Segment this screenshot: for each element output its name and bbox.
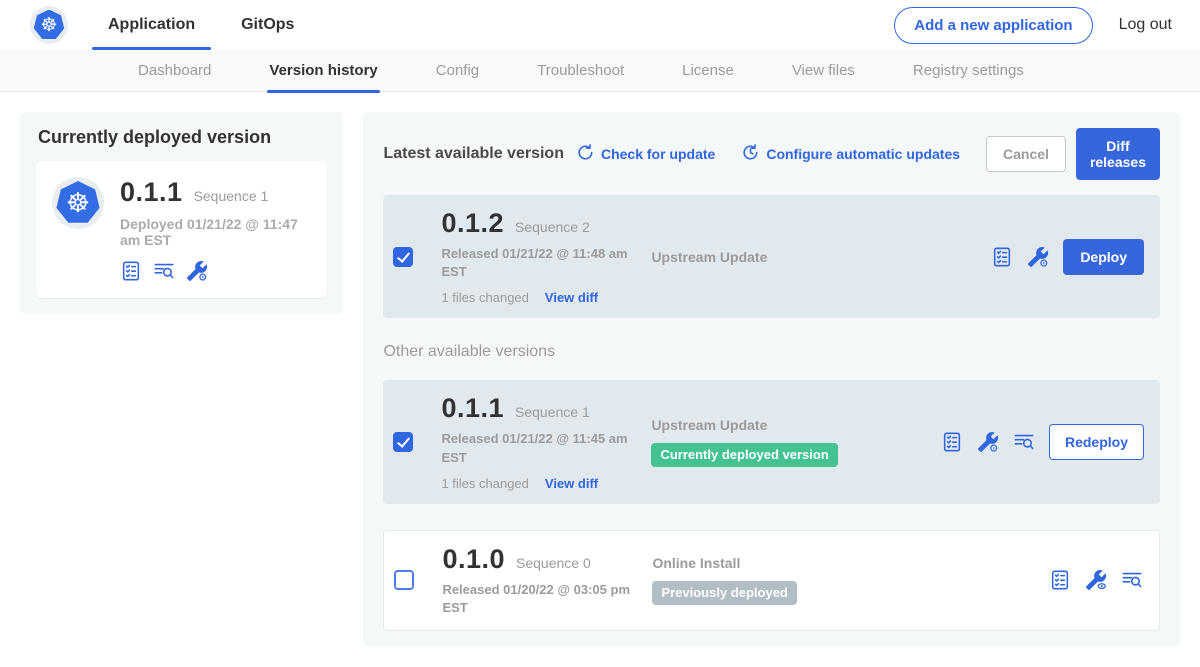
sequence-label: Sequence 2 [515, 219, 590, 235]
refresh-icon [576, 143, 595, 165]
sequence-label: Sequence 0 [516, 555, 591, 571]
version-row-0-1-1: 0.1.1 Sequence 1 Released 01/21/22 @ 11:… [383, 380, 1160, 503]
sequence-label: Sequence 1 [515, 404, 590, 420]
tab-gitops[interactable]: GitOps [241, 0, 294, 50]
deploy-button[interactable]: Deploy [1063, 239, 1144, 275]
kubernetes-helm-icon: ☸ [56, 181, 100, 225]
app-logo: ☸ [30, 6, 68, 44]
latest-version-title: Latest available version [383, 145, 564, 163]
deployed-version-card: ☸ 0.1.1 Sequence 1 Deployed 01/21/22 @ 1… [36, 161, 327, 298]
view-diff-link[interactable]: View diff [545, 476, 598, 491]
main-content: Currently deployed version ☸ 0.1.1 Seque… [0, 92, 1200, 667]
subnav-config[interactable]: Config [436, 50, 479, 92]
preflight-checklist-icon[interactable] [991, 246, 1013, 268]
deploy-logs-icon[interactable] [1013, 431, 1035, 453]
deploy-logs-icon[interactable] [153, 260, 175, 282]
edit-config-icon[interactable] [186, 260, 208, 282]
files-changed-label: 1 files changed [441, 290, 528, 305]
check-for-update-link[interactable]: Check for update [576, 143, 715, 165]
preflight-checklist-icon[interactable] [120, 260, 142, 282]
deployed-timestamp: Deployed 01/21/22 @ 11:47 am EST [120, 216, 311, 248]
diff-releases-button[interactable]: Diff releases [1076, 128, 1160, 180]
released-timestamp: Released 01/20/22 @ 03:05 pm EST [442, 581, 632, 617]
subnav-dashboard[interactable]: Dashboard [138, 50, 211, 92]
currently-deployed-card: Currently deployed version ☸ 0.1.1 Seque… [20, 112, 343, 314]
clock-refresh-icon [741, 143, 760, 165]
view-diff-link[interactable]: View diff [545, 290, 598, 305]
top-nav: ☸ Application GitOps Add a new applicati… [0, 0, 1200, 50]
version-checkbox[interactable] [393, 247, 413, 267]
deployed-version-number: 0.1.1 [120, 177, 183, 208]
version-number: 0.1.0 [442, 544, 505, 575]
latest-version-header: Latest available version Check for updat… [383, 128, 1160, 180]
edit-config-icon[interactable] [977, 431, 999, 453]
previously-deployed-badge: Previously deployed [652, 581, 796, 605]
app-subnav: Dashboard Version history Config Trouble… [0, 50, 1200, 92]
redeploy-button[interactable]: Redeploy [1049, 424, 1144, 460]
kubernetes-helm-icon: ☸ [34, 10, 65, 41]
preflight-checklist-icon[interactable] [1049, 569, 1071, 591]
view-config-icon[interactable] [1085, 569, 1107, 591]
version-checkbox[interactable] [393, 432, 413, 452]
files-changed-label: 1 files changed [441, 476, 528, 491]
configure-automatic-updates-link[interactable]: Configure automatic updates [741, 143, 960, 165]
version-row-0-1-0: 0.1.0 Sequence 0 Released 01/20/22 @ 03:… [383, 530, 1160, 631]
version-number: 0.1.1 [441, 393, 504, 424]
version-source-label: Upstream Update [651, 417, 883, 433]
subnav-version-history[interactable]: Version history [269, 50, 377, 92]
version-row-0-1-2: 0.1.2 Sequence 2 Released 01/21/22 @ 11:… [383, 195, 1160, 318]
subnav-license[interactable]: License [682, 50, 734, 92]
released-timestamp: Released 01/21/22 @ 11:45 am EST [441, 430, 631, 466]
version-history-panel: Latest available version Check for updat… [363, 112, 1180, 647]
preflight-checklist-icon[interactable] [941, 431, 963, 453]
deploy-logs-icon[interactable] [1121, 569, 1143, 591]
subnav-view-files[interactable]: View files [792, 50, 855, 92]
logout-link[interactable]: Log out [1119, 16, 1172, 34]
tab-application[interactable]: Application [108, 0, 195, 50]
version-checkbox[interactable] [394, 570, 414, 590]
subnav-registry-settings[interactable]: Registry settings [913, 50, 1024, 92]
version-number: 0.1.2 [441, 208, 504, 239]
version-source-label: Upstream Update [651, 249, 883, 265]
app-icon: ☸ [52, 177, 104, 229]
subnav-troubleshoot[interactable]: Troubleshoot [537, 50, 624, 92]
add-new-application-button[interactable]: Add a new application [894, 7, 1092, 44]
currently-deployed-badge: Currently deployed version [651, 443, 837, 467]
version-source-label: Online Install [652, 555, 884, 571]
edit-config-icon[interactable] [1027, 246, 1049, 268]
released-timestamp: Released 01/21/22 @ 11:48 am EST [441, 245, 631, 281]
other-versions-label: Other available versions [383, 343, 1160, 361]
cancel-button[interactable]: Cancel [986, 136, 1066, 172]
currently-deployed-title: Currently deployed version [38, 127, 327, 148]
deployed-sequence-label: Sequence 1 [194, 188, 269, 204]
